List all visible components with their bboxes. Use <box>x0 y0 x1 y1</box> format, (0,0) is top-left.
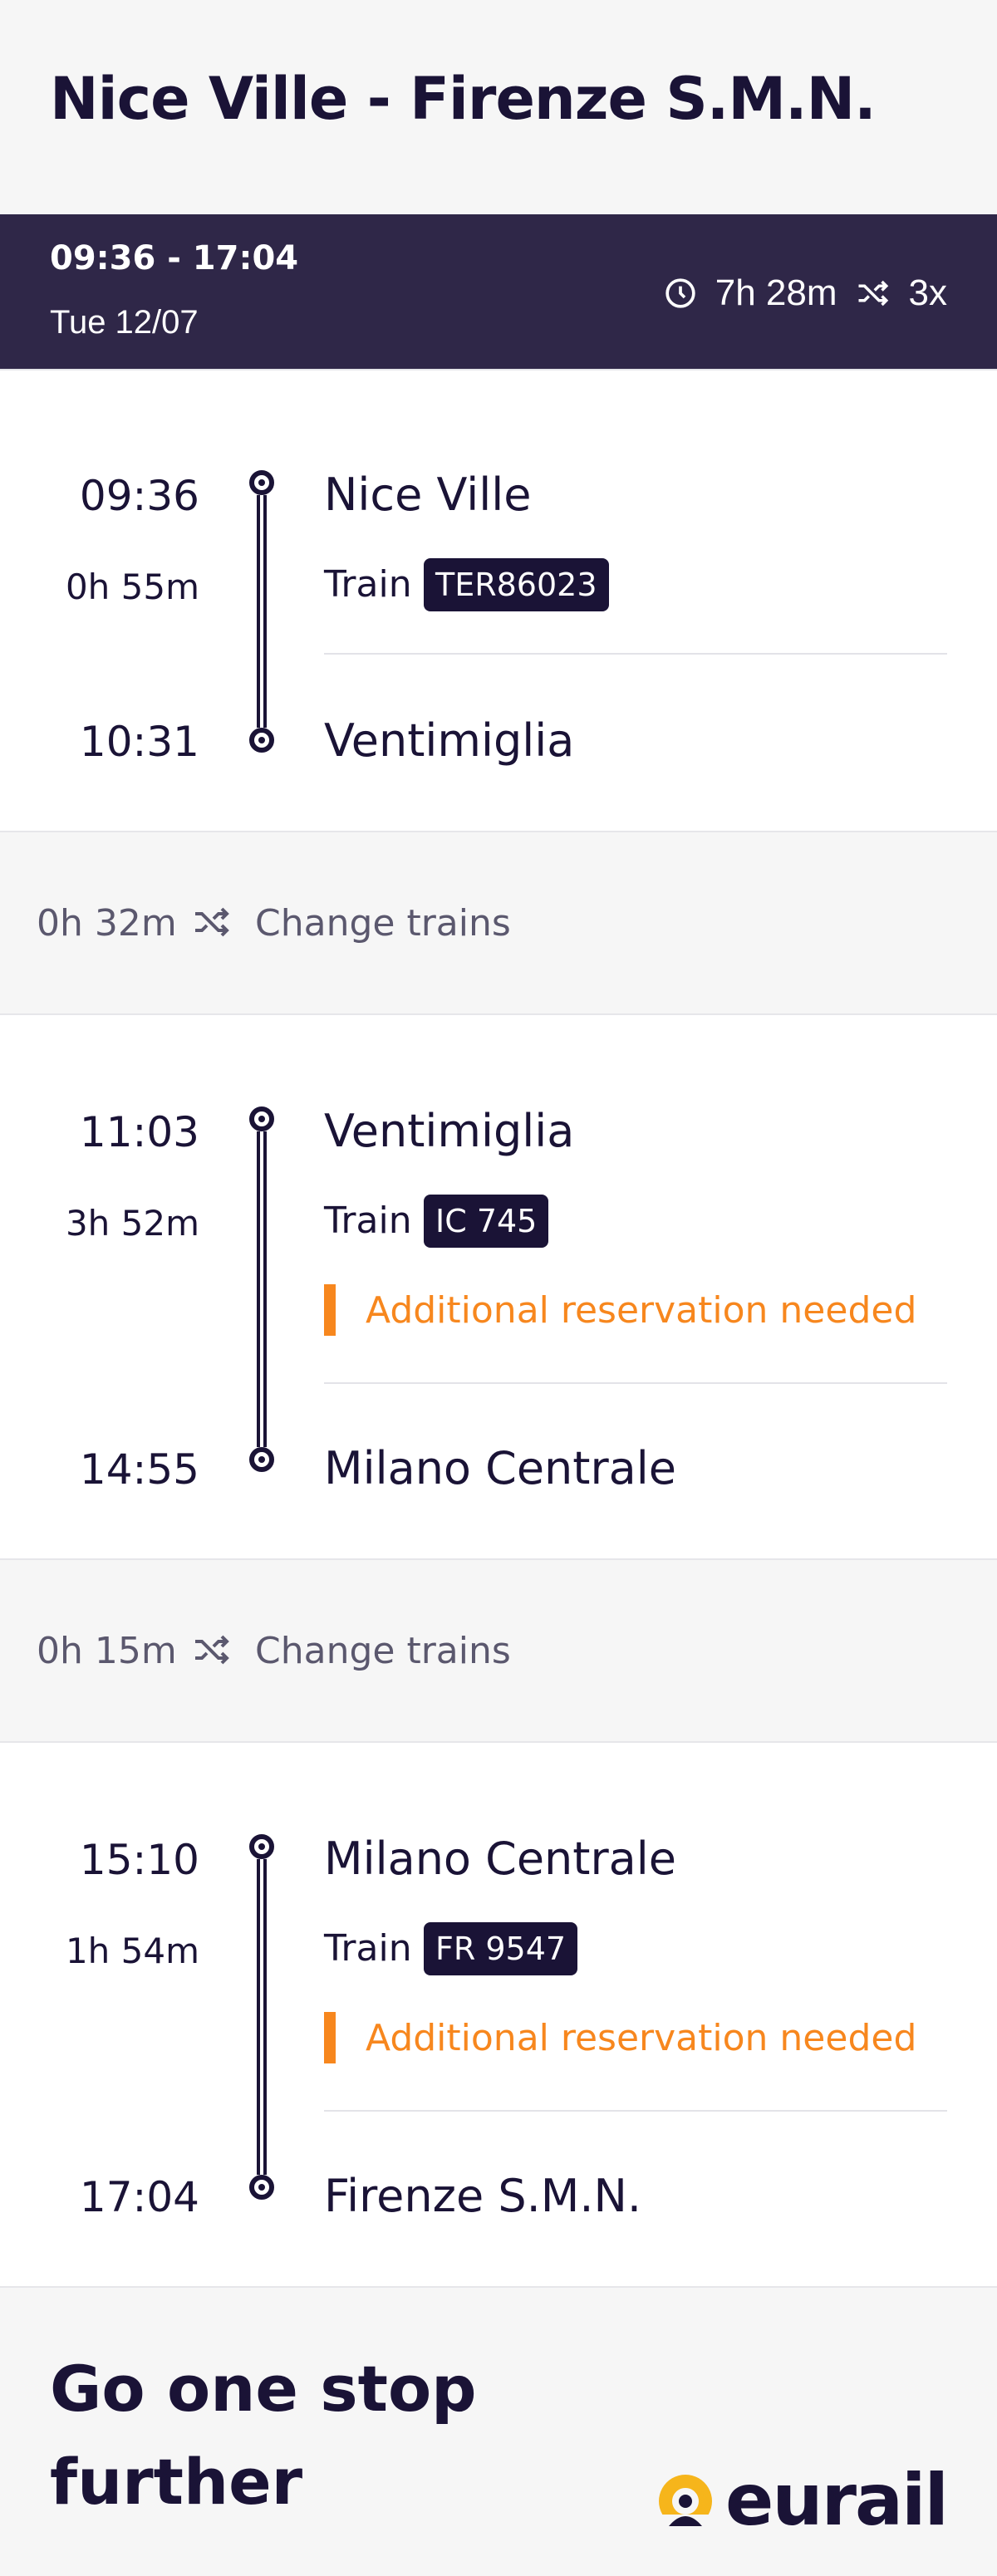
departure-station: Milano Centrale <box>324 1833 676 1885</box>
change-count: 3x <box>908 272 947 313</box>
divider <box>324 653 947 655</box>
divider <box>324 1382 947 1384</box>
warning-bar <box>324 1284 336 1336</box>
change-trains-row-2: 0h 15m Change trains <box>0 1558 997 1741</box>
train-number-badge: IC 745 <box>424 1195 549 1248</box>
arrival-station: Milano Centrale <box>324 1442 676 1494</box>
departure-time: 11:03 <box>79 1108 199 1156</box>
reservation-warning-text: Additional reservation needed <box>366 2016 917 2059</box>
stop-dot-icon <box>249 1834 274 1859</box>
departure-station: Ventimiglia <box>324 1105 575 1157</box>
eurail-logo[interactable]: eurail <box>652 2459 949 2542</box>
transport-mode: Train <box>324 1927 412 1970</box>
stop-dot-icon <box>249 470 274 495</box>
stop-dot-icon <box>249 2175 274 2200</box>
transport-mode: Train <box>324 563 412 606</box>
leg-duration: 1h 54m <box>65 1931 199 1971</box>
reservation-warning[interactable]: Additional reservation needed <box>324 1284 916 1336</box>
shuffle-icon <box>858 280 888 307</box>
journey-leg-3[interactable]: 15:10 1h 54m 17:04 Milano Centrale Train… <box>0 1741 997 2286</box>
journey-summary-bar: 09:36 - 17:04 Tue 12/07 7h 28m 3x <box>0 214 997 369</box>
route-line <box>249 470 274 753</box>
route-line <box>249 1106 274 1472</box>
change-trains-row-1: 0h 32m Change trains <box>0 831 997 1013</box>
arrival-station: Ventimiglia <box>324 714 575 767</box>
route-line <box>249 1834 274 2200</box>
stop-dot-icon <box>249 728 274 753</box>
departure-station: Nice Ville <box>324 469 532 521</box>
arrival-time: 10:31 <box>79 718 199 766</box>
total-duration: 7h 28m <box>715 272 837 313</box>
change-trains-label: Change trains <box>255 1630 511 1672</box>
leg-duration: 3h 52m <box>65 1203 199 1244</box>
arrival-time: 17:04 <box>79 2173 199 2221</box>
eurail-logo-icon <box>659 2475 713 2528</box>
stop-dot-icon <box>249 1106 274 1131</box>
journey-date: Tue 12/07 <box>50 304 199 341</box>
clock-icon <box>665 278 695 308</box>
change-trains-label: Change trains <box>255 902 511 945</box>
shuffle-icon <box>195 1635 229 1665</box>
journey-leg-2[interactable]: 11:03 3h 52m 14:55 Ventimiglia Train IC … <box>0 1013 997 1558</box>
arrival-time: 14:55 <box>79 1445 199 1494</box>
departure-time: 09:36 <box>79 472 199 520</box>
journey-leg-1[interactable]: 09:36 0h 55m 10:31 Nice Ville Train TER8… <box>0 369 997 831</box>
arrival-station: Firenze S.M.N. <box>324 2170 642 2222</box>
transfer-duration: 0h 32m <box>37 902 177 945</box>
reservation-warning-text: Additional reservation needed <box>366 1288 917 1332</box>
promo-footer: Go one stop further eurail <box>0 2286 997 2576</box>
journey-times: 09:36 - 17:04 <box>50 239 299 277</box>
train-number-badge: FR 9547 <box>424 1922 578 1975</box>
promo-heading: Go one stop further <box>50 2352 477 2519</box>
page-title: Nice Ville - Firenze S.M.N. <box>50 65 877 133</box>
journey-stats: 7h 28m 3x <box>664 272 947 314</box>
departure-time: 15:10 <box>79 1836 199 1884</box>
stop-dot-icon <box>249 1447 274 1472</box>
transport-mode: Train <box>324 1200 412 1242</box>
divider <box>324 2110 947 2112</box>
reservation-warning[interactable]: Additional reservation needed <box>324 2012 916 2063</box>
train-number-badge: TER86023 <box>424 558 609 611</box>
page-header: Nice Ville - Firenze S.M.N. <box>0 0 997 214</box>
transfer-duration: 0h 15m <box>37 1630 177 1672</box>
warning-bar <box>324 2012 336 2063</box>
shuffle-icon <box>195 907 229 937</box>
leg-duration: 0h 55m <box>65 567 199 607</box>
brand-name: eurail <box>725 2459 949 2542</box>
